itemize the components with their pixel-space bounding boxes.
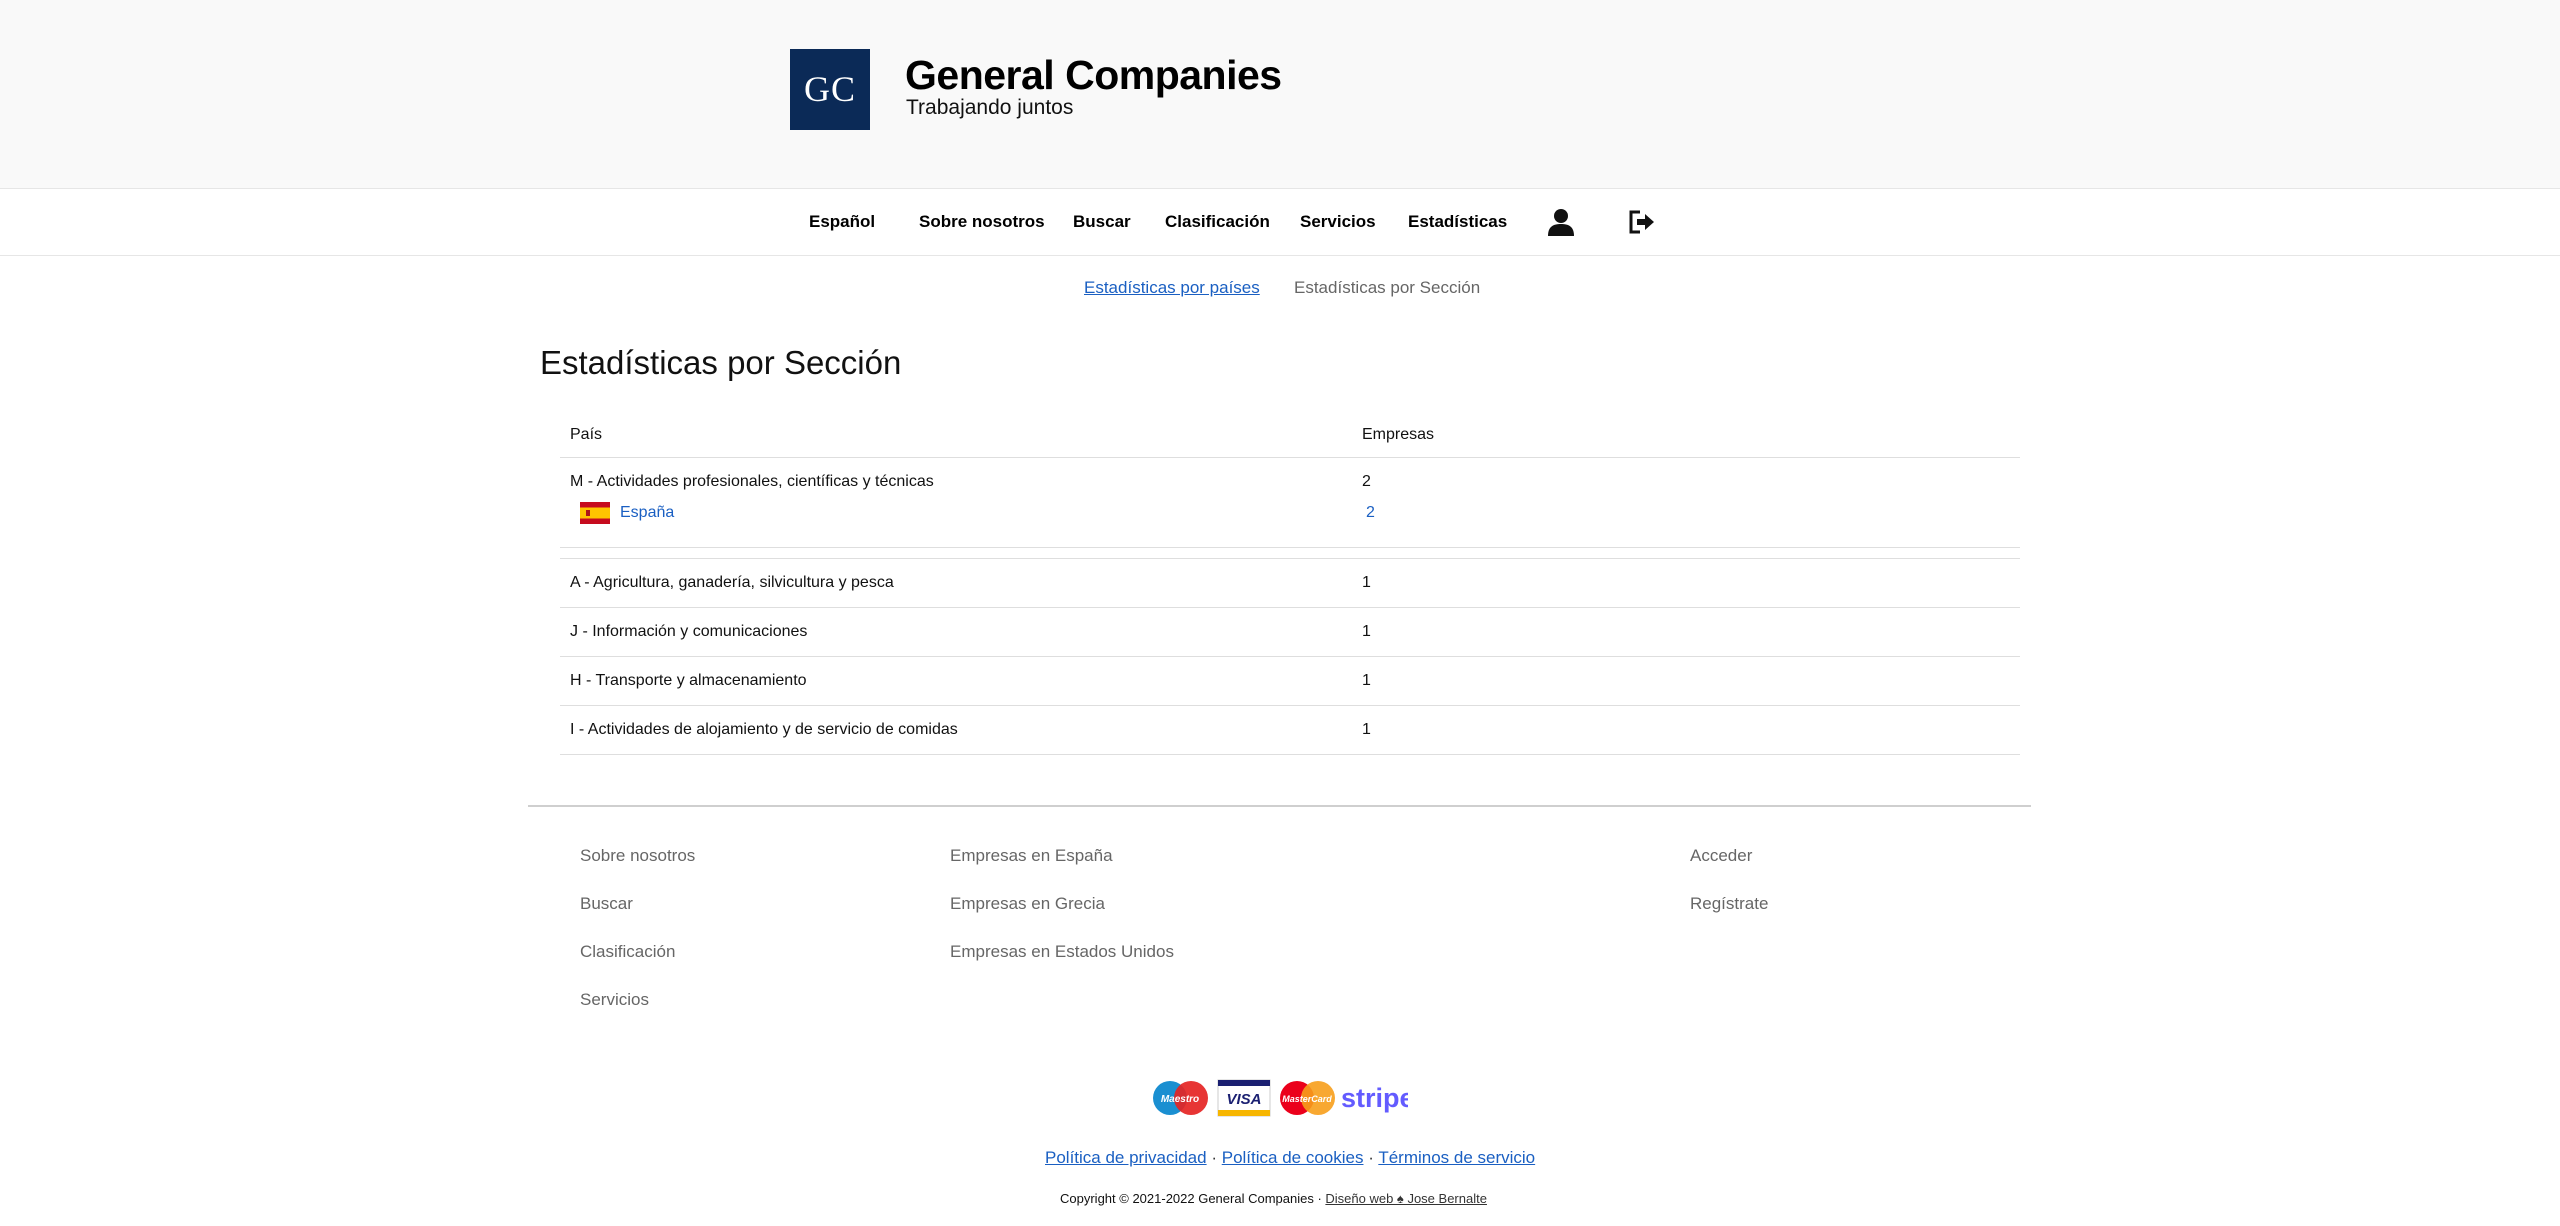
group-divider: [560, 548, 2020, 559]
section-count: 1: [1362, 721, 1371, 738]
stats-by-section-current: Estadísticas por Sección: [1294, 278, 1481, 297]
legal-links: Política de privacidad · Política de coo…: [1045, 1148, 1535, 1168]
section-name: J - Información y comunicaciones: [570, 623, 808, 640]
footer-link-estados-unidos[interactable]: Empresas en Estados Unidos: [950, 928, 1174, 976]
footer-link-buscar[interactable]: Buscar: [580, 880, 695, 928]
section-name: I - Actividades de alojamiento y de serv…: [570, 721, 958, 738]
footer-link-acceder[interactable]: Acceder: [1690, 832, 1768, 880]
brand-name[interactable]: General Companies: [905, 52, 1282, 99]
section-count: 1: [1362, 623, 1371, 640]
legal-separator: ·: [1368, 1148, 1374, 1167]
footer-link-clasificacion[interactable]: Clasificación: [580, 928, 695, 976]
mastercard-icon: MasterCard: [1280, 1081, 1335, 1115]
spain-flag-icon: [580, 501, 610, 524]
copyright-text: Copyright © 2021-2022 General Companies …: [1060, 1191, 1326, 1206]
header-empresas: Empresas: [1362, 426, 1435, 443]
mastercard-label: MasterCard: [1282, 1094, 1332, 1104]
table-header: País Empresas: [560, 412, 2020, 458]
table-row: I - Actividades de alojamiento y de serv…: [560, 706, 2020, 755]
section-count: 1: [1362, 672, 1371, 689]
table-row-group: M - Actividades profesionales, científic…: [560, 458, 2020, 548]
user-icon[interactable]: [1546, 208, 1576, 236]
footer-col-countries: Empresas en España Empresas en Grecia Em…: [950, 832, 1174, 976]
brand-tagline: Trabajando juntos: [906, 96, 1074, 119]
section-count: 1: [1362, 574, 1371, 591]
nav-item-clasificacion[interactable]: Clasificación: [1165, 189, 1270, 255]
legal-separator: ·: [1211, 1148, 1217, 1167]
privacy-policy-link[interactable]: Política de privacidad: [1045, 1148, 1207, 1167]
nav-item-estadisticas[interactable]: Estadísticas: [1408, 189, 1507, 255]
nav-item-servicios[interactable]: Servicios: [1300, 189, 1376, 255]
cookie-policy-link[interactable]: Política de cookies: [1222, 1148, 1364, 1167]
footer-link-grecia[interactable]: Empresas en Grecia: [950, 880, 1174, 928]
footer-link-registrate[interactable]: Regístrate: [1690, 880, 1768, 928]
table-row: J - Información y comunicaciones 1: [560, 608, 2020, 657]
footer-divider: [528, 805, 2031, 807]
sections-table: País Empresas M - Actividades profesiona…: [560, 412, 2020, 755]
country-subrow: España: [580, 495, 674, 531]
country-link-espana[interactable]: España: [620, 504, 674, 521]
subnav-paises[interactable]: Estadísticas por países: [1084, 278, 1260, 298]
visa-label: VISA: [1226, 1091, 1261, 1108]
payment-methods: Maestro VISA MasterCard stripe: [1152, 1078, 1415, 1118]
main-nav: Español Sobre nosotros Buscar Clasificac…: [0, 189, 2560, 256]
footer-link-espana[interactable]: Empresas en España: [950, 832, 1174, 880]
page-title: Estadísticas por Sección: [540, 344, 902, 381]
header-pais: País: [570, 426, 603, 443]
terms-of-service-link[interactable]: Términos de servicio: [1378, 1148, 1535, 1167]
country-count[interactable]: 2: [1366, 495, 1375, 531]
section-name: A - Agricultura, ganadería, silvicultura…: [570, 574, 894, 591]
section-name: H - Transporte y almacenamiento: [570, 672, 807, 689]
table-row: H - Transporte y almacenamiento 1: [560, 657, 2020, 706]
nav-item-sobre-nosotros[interactable]: Sobre nosotros: [919, 189, 1045, 255]
maestro-icon: Maestro: [1153, 1081, 1208, 1115]
language-selector[interactable]: Español: [809, 189, 875, 255]
maestro-label: Maestro: [1161, 1094, 1199, 1105]
logout-icon[interactable]: [1627, 208, 1657, 236]
nav-item-buscar[interactable]: Buscar: [1073, 189, 1131, 255]
stats-by-country-link[interactable]: Estadísticas por países: [1084, 278, 1260, 297]
footer-col-site: Sobre nosotros Buscar Clasificación Serv…: [580, 832, 695, 1024]
logo[interactable]: GC: [790, 49, 870, 130]
table-row: A - Agricultura, ganadería, silvicultura…: [560, 559, 2020, 608]
designer-credit-link[interactable]: Diseño web ♠ Jose Bernalte: [1325, 1191, 1487, 1206]
footer-col-account: Acceder Regístrate: [1690, 832, 1768, 928]
subnav-seccion: Estadísticas por Sección: [1294, 278, 1480, 298]
visa-icon: VISA: [1217, 1079, 1271, 1117]
copyright: Copyright © 2021-2022 General Companies …: [1060, 1191, 1487, 1206]
site-header: GC General Companies Trabajando juntos: [0, 0, 2560, 189]
stripe-icon: stripe: [1341, 1083, 1415, 1113]
footer-link-sobre-nosotros[interactable]: Sobre nosotros: [580, 832, 695, 880]
footer-link-servicios[interactable]: Servicios: [580, 976, 695, 1024]
stripe-label: stripe: [1341, 1083, 1408, 1113]
